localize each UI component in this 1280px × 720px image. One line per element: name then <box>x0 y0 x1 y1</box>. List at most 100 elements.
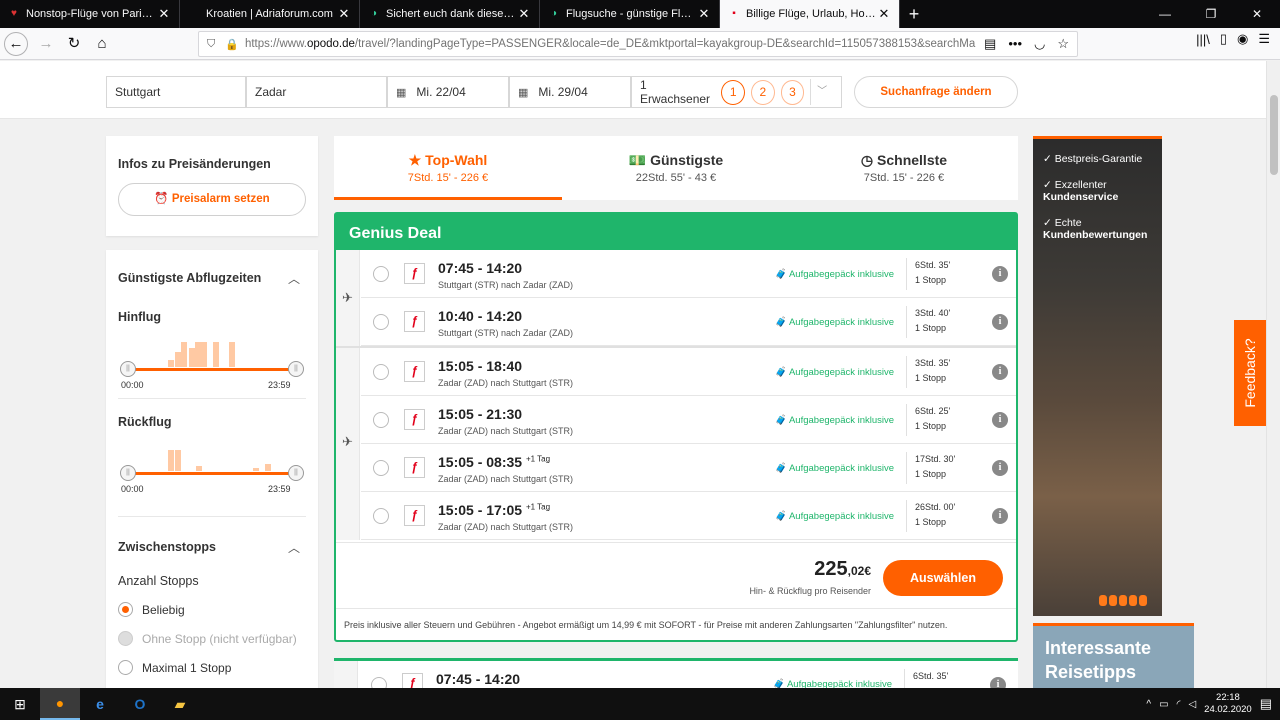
lock-icon[interactable]: 🔒 <box>225 38 239 51</box>
scrollbar-thumb[interactable] <box>1270 95 1278 175</box>
forward-icon[interactable]: → <box>32 30 60 58</box>
radio-button[interactable] <box>373 364 389 380</box>
sidebar-icon[interactable]: ▯ <box>1220 31 1227 47</box>
windows-start-icon[interactable]: ⊞ <box>0 688 40 720</box>
radio-button[interactable] <box>373 266 389 282</box>
close-window-icon[interactable]: ✕ <box>1234 0 1280 28</box>
sort-tab-sub: 7Std. 15' - 226 € <box>407 172 489 184</box>
feedback-tab[interactable]: Feedback? <box>1234 320 1266 426</box>
info-icon[interactable]: i <box>992 412 1008 428</box>
radio-button[interactable] <box>373 412 389 428</box>
browser-tab[interactable]: Kroatien | Adriaforum.com ✕ <box>180 0 360 28</box>
pocket-icon[interactable]: ◡ <box>1034 36 1045 52</box>
battery-icon[interactable]: ▭ <box>1159 699 1168 710</box>
sort-tab[interactable]: 💵 Günstigste 22Std. 55' - 43 € <box>562 136 790 200</box>
from-field[interactable]: Stuttgart <box>106 76 246 108</box>
account-icon[interactable]: ◉ <box>1237 31 1248 47</box>
flight-option[interactable]: ƒ 07:45 - 14:20 🧳 Aufgabegepäck inklusiv… <box>359 661 1014 688</box>
depart-date-field[interactable]: ▦ Mi. 22/04 <box>387 76 509 108</box>
back-icon[interactable]: ← <box>4 31 28 56</box>
tracking-shield-icon[interactable]: ⛉ <box>207 38 215 51</box>
select-button[interactable]: Auswählen <box>883 560 1003 596</box>
flight-option[interactable]: ƒ 15:05 - 18:40 Zadar (ZAD) nach Stuttgar… <box>361 348 1016 396</box>
radio-button[interactable] <box>371 677 387 688</box>
info-icon[interactable]: i <box>992 364 1008 380</box>
chevron-up-icon[interactable]: ^ <box>1146 699 1151 710</box>
inbound-time-slider[interactable]: || || 00:00 23:59 <box>118 430 304 494</box>
info-icon[interactable]: i <box>992 508 1008 524</box>
info-icon[interactable]: i <box>992 460 1008 476</box>
travel-tips-banner[interactable]: Interessante Reisetipps <box>1033 623 1194 688</box>
flight-option[interactable]: ƒ 10:40 - 14:20 Stuttgart (STR) nach Zada… <box>361 298 1016 346</box>
browser-tab[interactable]: ▪ Billige Flüge, Urlaub, Hotels un✕ <box>720 0 900 28</box>
edge-icon[interactable]: e <box>80 688 120 720</box>
sort-tab[interactable]: ◷ Schnellste 7Std. 15' - 226 € <box>790 136 1018 200</box>
radio-button[interactable] <box>373 314 389 330</box>
slider-track <box>126 472 296 475</box>
maximize-icon[interactable]: ❐ <box>1188 0 1234 28</box>
stop-option-any[interactable]: Beliebig <box>118 602 185 617</box>
chevron-up-icon[interactable]: ︿ <box>288 539 300 556</box>
browser-tab[interactable]: ◑ Flugsuche - günstige Flüge suc✕ <box>540 0 720 28</box>
to-field[interactable]: Zadar <box>246 76 387 108</box>
price-alarm-button[interactable]: ⏰ Preisalarm setzen <box>118 183 306 216</box>
info-icon[interactable]: i <box>992 266 1008 282</box>
firefox-icon[interactable]: ● <box>40 688 80 720</box>
passenger-field[interactable]: 1 Erwachsener 1 2 3 ﹀ <box>631 76 842 108</box>
close-tab-icon[interactable]: ✕ <box>517 6 531 22</box>
outbound-time-slider[interactable]: || || 00:00 23:59 <box>118 326 304 390</box>
menu-icon[interactable]: ☰ <box>1258 31 1270 47</box>
slider-handle-start[interactable]: || <box>120 465 136 481</box>
library-icon[interactable]: |||\ <box>1196 32 1210 47</box>
info-icon[interactable]: i <box>990 677 1006 688</box>
flight-option[interactable]: ƒ 15:05 - 17:05 +1 Tag Zadar (ZAD) nach St… <box>361 492 1016 540</box>
flight-option[interactable]: ƒ 15:05 - 08:35 +1 Tag Zadar (ZAD) nach St… <box>361 444 1016 492</box>
chevron-down-icon[interactable]: ﹀ <box>810 79 833 105</box>
home-icon[interactable]: ⌂ <box>88 30 116 58</box>
page-scrollbar[interactable] <box>1266 61 1280 688</box>
browser-tab[interactable]: ♥ Nonstop-Flüge von Paris nach✕ <box>0 0 180 28</box>
slider-handle-start[interactable]: || <box>120 361 136 377</box>
return-date-field[interactable]: ▦ Mi. 29/04 <box>509 76 631 108</box>
pax-option[interactable]: 3 <box>780 79 805 105</box>
info-icon[interactable]: i <box>992 314 1008 330</box>
stop-option-max1[interactable]: Maximal 1 Stopp <box>118 660 231 675</box>
radio-button[interactable] <box>118 602 133 617</box>
reload-icon[interactable]: ↻ <box>60 30 88 58</box>
advertisement-banner[interactable]: ✓ Bestpreis-Garantie ✓ Exzellenter Kundens… <box>1033 136 1162 616</box>
pax-option[interactable]: 1 <box>721 79 746 105</box>
flight-option[interactable]: ƒ 07:45 - 14:20 Stuttgart (STR) nach Zada… <box>361 250 1016 298</box>
takeoff-icon <box>334 661 358 688</box>
slider-handle-end[interactable]: || <box>288 465 304 481</box>
close-tab-icon[interactable]: ✕ <box>697 6 711 22</box>
slider-handle-end[interactable]: || <box>288 361 304 377</box>
reader-view-icon[interactable]: ▤ <box>984 36 996 52</box>
modify-search-button[interactable]: Suchanfrage ändern <box>854 76 1018 108</box>
bookmark-star-icon[interactable]: ☆ <box>1057 36 1069 52</box>
new-tab-button[interactable]: + <box>900 0 928 28</box>
close-tab-icon[interactable]: ✕ <box>877 6 891 22</box>
sort-tabs: ★ Top-Wahl 7Std. 15' - 226 € 💵 Günstigste 2… <box>334 136 1018 200</box>
system-clock[interactable]: 22:18 24.02.2020 <box>1204 692 1252 716</box>
close-tab-icon[interactable]: ✕ <box>157 6 171 22</box>
radio-button[interactable] <box>373 508 389 524</box>
close-tab-icon[interactable]: ✕ <box>337 6 351 22</box>
pax-option[interactable]: 2 <box>751 79 775 105</box>
file-explorer-icon[interactable]: ▰ <box>160 688 200 720</box>
volume-icon[interactable]: ◁ <box>1188 699 1196 710</box>
notifications-icon[interactable]: ▤ <box>1260 696 1272 712</box>
flight-option[interactable]: ƒ 15:05 - 21:30 Zadar (ZAD) nach Stuttgar… <box>361 396 1016 444</box>
page-actions-icon[interactable]: ••• <box>1008 36 1022 52</box>
url-bar[interactable]: ⛉ 🔒 https://www.opodo.de/travel/?landing… <box>198 31 1078 57</box>
outlook-icon[interactable]: O <box>120 688 160 720</box>
wifi-icon[interactable]: ◜ <box>1177 699 1181 710</box>
flight-duration: 17Std. 30' 1 Stopp <box>906 452 955 484</box>
sort-tab-label: Günstigste <box>650 152 724 168</box>
minimize-icon[interactable]: — <box>1142 0 1188 28</box>
tab-favicon-icon: ◑ <box>550 8 558 19</box>
radio-button[interactable] <box>373 460 389 476</box>
browser-tab[interactable]: ◑ Sichert euch dank dieses Ryana✕ <box>360 0 540 28</box>
radio-button[interactable] <box>118 660 133 675</box>
sort-tab[interactable]: ★ Top-Wahl 7Std. 15' - 226 € <box>334 136 562 200</box>
chevron-up-icon[interactable]: ︿ <box>288 270 300 287</box>
